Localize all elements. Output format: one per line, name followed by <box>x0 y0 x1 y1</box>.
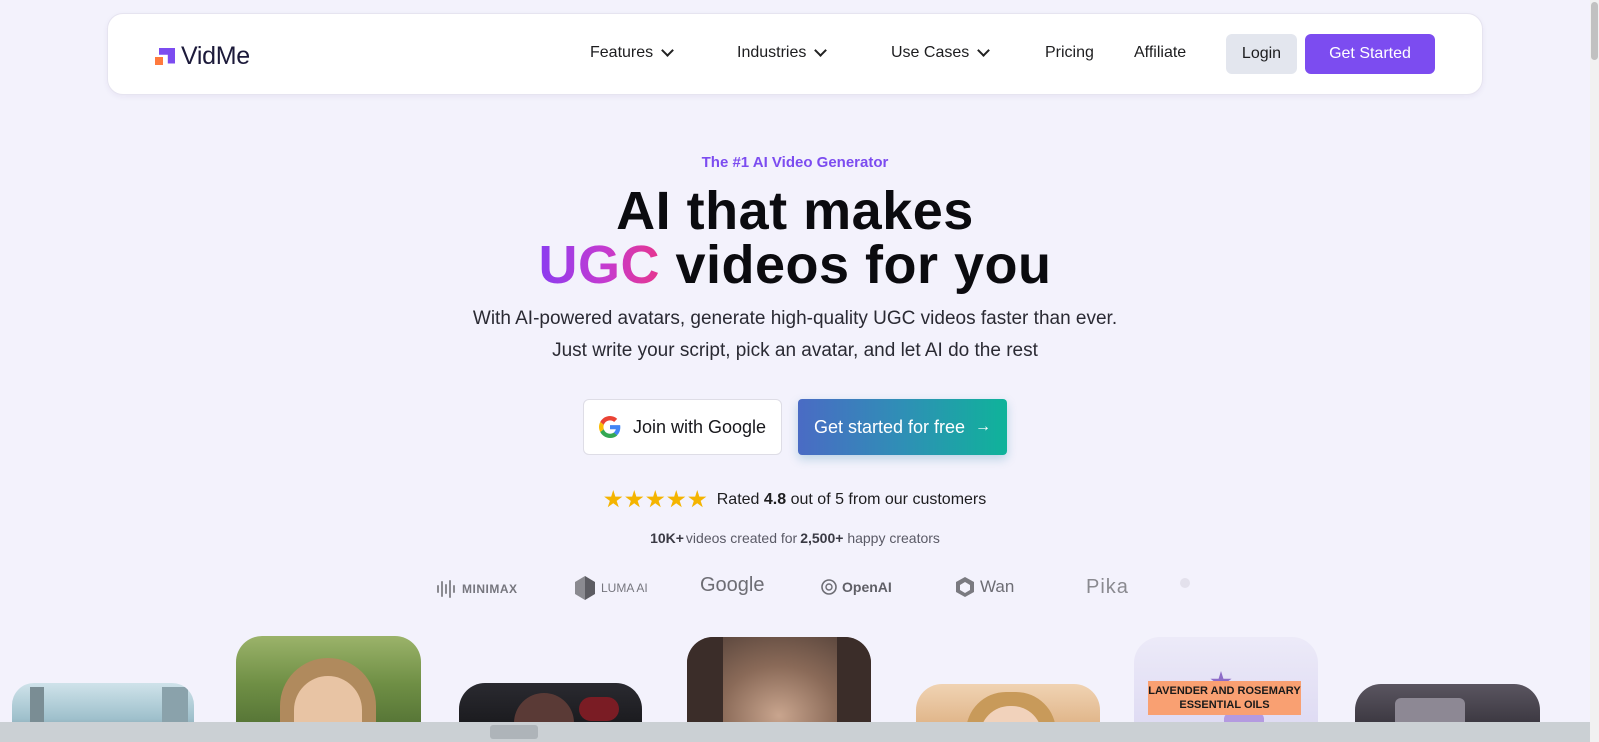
videos-count: 10K+ <box>650 530 684 546</box>
rating-suffix: out of 5 from our customers <box>790 490 987 508</box>
star-icon <box>667 490 686 508</box>
nav-features[interactable]: Features <box>590 44 675 62</box>
wan-icon <box>956 577 974 597</box>
luma-label: LUMA AI <box>601 581 648 595</box>
card-figure-shape <box>579 697 619 721</box>
rating-value: 4.8 <box>763 490 787 508</box>
star-icon <box>688 490 707 508</box>
chevron-down-icon <box>977 44 991 57</box>
minimax-label: MINIMAX <box>462 582 518 596</box>
get-started-free-button[interactable]: Get started for free → <box>798 399 1007 455</box>
logo-text: VidMe <box>181 42 250 70</box>
rating-row: Rated 4.8 out of 5 from our customers <box>0 490 1590 509</box>
vertical-scrollbar[interactable] <box>1590 0 1599 742</box>
hero-subtitle-line2: Just write your script, pick an avatar, … <box>552 340 1038 361</box>
hero-eyebrow: The #1 AI Video Generator <box>701 154 889 171</box>
hero-subtitle-line1: With AI-powered avatars, generate high-q… <box>472 308 1118 329</box>
luma-logo: LUMA AI <box>573 574 648 602</box>
pika-logo: Pika <box>1086 576 1129 598</box>
openai-label: OpenAI <box>842 579 892 595</box>
product-label: LAVENDER AND ROSEMARY ESSENTIAL OILS <box>1148 681 1301 715</box>
join-with-google-label: Join with Google <box>632 416 767 437</box>
star-icon <box>646 490 665 508</box>
arrow-right-icon: → <box>975 418 992 435</box>
get-started-button[interactable]: Get Started <box>1305 34 1435 74</box>
nav-industries[interactable]: Industries <box>737 44 828 62</box>
nav-affiliate-label: Affiliate <box>1134 44 1187 61</box>
join-with-google-button[interactable]: Join with Google <box>583 399 782 455</box>
google-icon <box>598 416 621 438</box>
star-icon <box>604 490 623 508</box>
star-icon <box>625 490 644 508</box>
get-started-free-label: Get started for free <box>813 416 966 437</box>
openai-icon <box>821 579 837 595</box>
vidme-logo[interactable]: VidMe <box>155 42 250 71</box>
nav-affiliate[interactable]: Affiliate <box>1134 44 1186 62</box>
hero-title-line2: UGC videos for you <box>0 234 1590 296</box>
wan-label: Wan <box>980 577 1015 596</box>
faded-logo-icon <box>1180 578 1190 588</box>
nav-pricing-label: Pricing <box>1045 44 1094 61</box>
vertical-scrollbar-thumb[interactable] <box>1591 2 1598 60</box>
chevron-down-icon <box>661 44 675 57</box>
top-navbar: VidMe Features Industries Use Cases Pric… <box>107 13 1483 95</box>
horizontal-scrollbar[interactable] <box>0 722 1590 742</box>
hero-title-rest: videos for you <box>659 235 1052 295</box>
openai-logo: OpenAI <box>820 578 892 596</box>
google-logo: Google <box>700 574 765 596</box>
nav-use-cases-label: Use Cases <box>891 44 970 61</box>
horizontal-scrollbar-thumb[interactable] <box>490 725 538 739</box>
creators-count: 2,500+ <box>800 530 844 546</box>
rating-stars <box>604 490 707 509</box>
luma-cube-icon <box>575 576 595 600</box>
nav-features-label: Features <box>590 44 654 61</box>
rating-prefix: Rated <box>716 490 760 508</box>
videos-text: videos created for <box>685 530 798 546</box>
nav-use-cases[interactable]: Use Cases <box>891 44 991 62</box>
usage-stats: 10K+ videos created for 2,500+ happy creat… <box>0 530 1590 546</box>
chevron-down-icon <box>814 44 828 57</box>
hero-title-line1: AI that makes <box>616 181 974 241</box>
nav-industries-label: Industries <box>737 44 807 61</box>
nav-pricing[interactable]: Pricing <box>1045 44 1094 62</box>
wan-logo: Wan <box>954 576 1014 598</box>
logo-mark-icon <box>155 46 177 68</box>
creators-text: happy creators <box>847 530 940 546</box>
minimax-logo: MINIMAX <box>436 580 518 598</box>
hero-title-highlight: UGC <box>538 235 660 295</box>
partner-logos: MINIMAX LUMA AI Google OpenAI Wan Pika <box>0 574 1590 604</box>
login-button[interactable]: Login <box>1226 34 1297 74</box>
minimax-wave-icon <box>437 580 455 598</box>
rating-text: Rated 4.8 out of 5 from our customers <box>717 491 987 509</box>
